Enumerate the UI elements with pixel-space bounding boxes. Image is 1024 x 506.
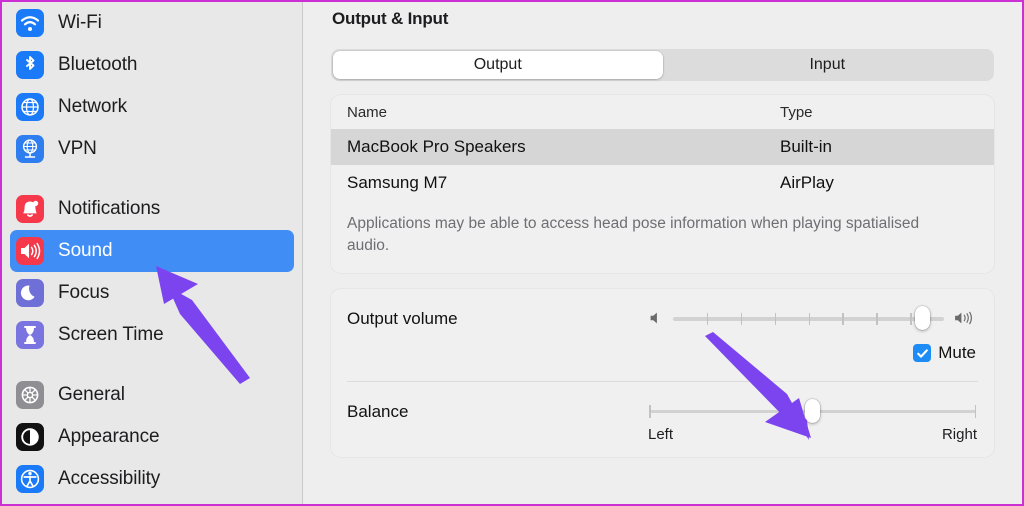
output-volume-row: Output volume Mute <box>347 289 978 363</box>
sidebar-item-label: VPN <box>58 138 97 159</box>
balance-left-caption: Left <box>648 426 674 443</box>
gear-icon <box>16 381 44 409</box>
tab-output[interactable]: Output <box>333 51 663 79</box>
slider-end-tick-right <box>974 405 976 418</box>
sidebar-item-general[interactable]: General <box>10 374 294 416</box>
device-type: AirPlay <box>780 173 834 192</box>
moon-icon <box>16 279 44 307</box>
slider-tick <box>842 313 844 325</box>
sidebar-item-screen-time[interactable]: Screen Time <box>10 314 294 356</box>
slider-tick <box>706 313 709 325</box>
wifi-icon <box>16 9 44 37</box>
slider-thumb[interactable] <box>805 399 820 423</box>
slider-thumb[interactable] <box>914 306 930 330</box>
page-title: Output & Input <box>332 9 449 28</box>
sound-settings-pane: Output & Input Output Input Name Type Ma… <box>303 2 1022 504</box>
device-type: Built-in <box>780 137 832 156</box>
column-header-type: Type <box>780 103 813 121</box>
mute-label: Mute <box>938 343 976 362</box>
sidebar-item-wi-fi[interactable]: Wi-Fi <box>10 2 294 44</box>
sidebar-item-label: Notifications <box>58 198 161 219</box>
slider-end-tick-left <box>649 405 651 418</box>
sidebar-item-sound[interactable]: Sound <box>10 230 294 272</box>
hourglass-icon <box>16 321 44 349</box>
sidebar-item-label: General <box>58 384 125 405</box>
device-name: Samsung M7 <box>347 173 448 192</box>
speaker-icon <box>16 237 44 265</box>
balance-slider[interactable] <box>649 399 976 423</box>
table-row[interactable]: MacBook Pro Speakers Built-in <box>331 129 994 165</box>
device-name: MacBook Pro Speakers <box>347 137 526 156</box>
volume-balance-card: Output volume Mute Balance Left Right <box>331 289 994 457</box>
system-settings-window: Wi-Fi Bluetooth Network VPN Notifications Sou… <box>0 0 1024 506</box>
bluetooth-icon <box>16 51 44 79</box>
speaker-high-icon <box>955 311 972 325</box>
sidebar-item-notifications[interactable]: Notifications <box>10 188 294 230</box>
sidebar-group-separator <box>10 356 294 374</box>
output-volume-slider[interactable] <box>673 306 944 330</box>
table-header-row: Name Type <box>331 95 994 129</box>
spatial-audio-note: Applications may be able to access head … <box>347 215 920 254</box>
tab-input[interactable]: Input <box>663 51 993 79</box>
output-device-table: Name Type MacBook Pro Speakers Built-in … <box>331 95 994 273</box>
balance-right-caption: Right <box>941 426 977 443</box>
sidebar-item-label: Accessibility <box>58 468 161 489</box>
checkmark-icon <box>916 348 928 358</box>
sidebar-item-network[interactable]: Network <box>10 86 294 128</box>
sidebar-item-label: Screen Time <box>58 324 164 345</box>
vpn-globe-icon <box>16 135 44 163</box>
mute-control[interactable]: Mute <box>647 343 978 363</box>
mute-checkbox[interactable] <box>913 344 932 362</box>
slider-tick <box>740 313 743 325</box>
sidebar-group-separator <box>10 170 294 188</box>
settings-sidebar: Wi-Fi Bluetooth Network VPN Notifications Sou… <box>2 2 303 504</box>
bell-icon <box>16 195 44 223</box>
slider-tick <box>876 313 878 325</box>
sidebar-item-label: Wi-Fi <box>58 12 102 33</box>
network-globe-icon <box>16 93 44 121</box>
sidebar-item-label: Focus <box>58 282 110 303</box>
sidebar-item-bluetooth[interactable]: Bluetooth <box>10 44 294 86</box>
sidebar-item-focus[interactable]: Focus <box>10 272 294 314</box>
contrast-icon <box>16 423 44 451</box>
column-header-name: Name <box>347 103 388 121</box>
sidebar-item-label: Sound <box>58 240 113 261</box>
sidebar-item-label: Network <box>58 96 127 117</box>
balance-label: Balance <box>347 402 409 421</box>
sidebar-item-accessibility[interactable]: Accessibility <box>10 458 294 500</box>
sidebar-item-label: Bluetooth <box>58 54 138 75</box>
output-volume-label: Output volume <box>347 309 458 328</box>
table-row[interactable]: Samsung M7 AirPlay <box>331 165 994 201</box>
sidebar-item-appearance[interactable]: Appearance <box>10 416 294 458</box>
slider-tick <box>808 313 810 325</box>
slider-tick <box>910 313 912 325</box>
balance-row: Balance Left Right <box>347 382 978 457</box>
slider-tick <box>774 313 777 325</box>
speaker-low-icon <box>650 312 657 324</box>
sidebar-item-vpn[interactable]: VPN <box>10 128 294 170</box>
output-input-segmented-control[interactable]: Output Input <box>331 49 994 81</box>
accessibility-icon <box>16 465 44 493</box>
sidebar-item-label: Appearance <box>58 426 160 447</box>
